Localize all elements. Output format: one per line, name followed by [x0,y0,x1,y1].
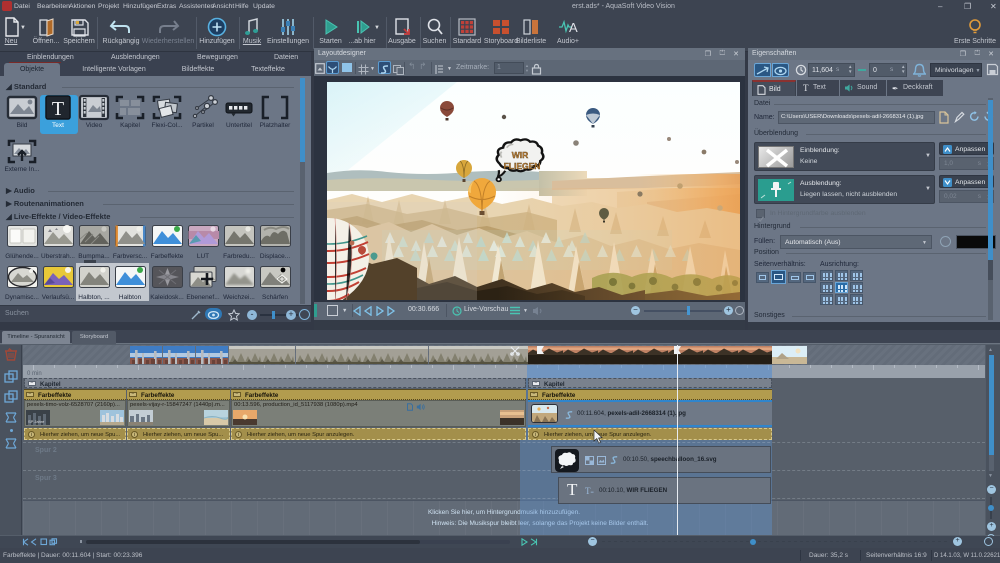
svg-text:WIR: WIR [512,150,529,160]
svg-text:T: T [52,98,64,120]
svg-text:A: A [569,20,578,35]
svg-text:SP Jahre: SP Jahre [28,419,45,424]
svg-text:FLIEGEN: FLIEGEN [504,161,541,171]
